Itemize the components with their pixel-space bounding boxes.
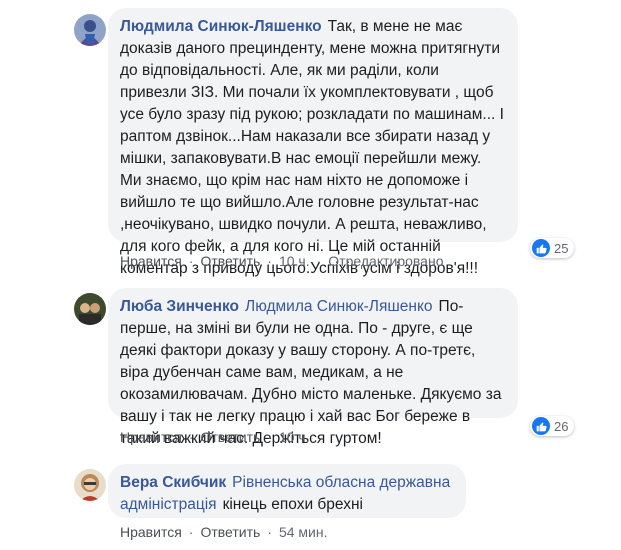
edited-label[interactable]: Отредактировано bbox=[328, 253, 443, 269]
reaction-number: 26 bbox=[554, 418, 569, 434]
reply-link[interactable]: Ответить bbox=[200, 253, 260, 269]
comment-bubble: Люба Зинченко Людмила Синюк-Ляшенко По-пер… bbox=[108, 288, 518, 447]
comment-actions: Нравится · Ответить · 54 мин. bbox=[120, 524, 328, 540]
like-link[interactable]: Нравится bbox=[120, 524, 182, 540]
user-avatar-icon bbox=[74, 14, 106, 46]
comment-author[interactable]: Вера Скибчик bbox=[120, 474, 226, 491]
comment-author[interactable]: Людмила Синюк-Ляшенко bbox=[120, 18, 322, 35]
comment-actions: Нравится · Ответить · 10 ч. bbox=[120, 429, 310, 445]
comment-text: По-перше, на зміні ви були не одна. По -… bbox=[120, 298, 502, 447]
comment-time[interactable]: 54 мин. bbox=[279, 524, 328, 540]
comment-time[interactable]: 10 ч. bbox=[279, 253, 310, 269]
comment-actions: Нравится · Ответить · 10 ч. · Отредактировано bbox=[120, 253, 444, 269]
like-link[interactable]: Нравится bbox=[120, 253, 182, 269]
avatar[interactable] bbox=[74, 469, 106, 501]
user-avatar-icon bbox=[74, 469, 106, 501]
comment-bubble: Людмила Синюк-Ляшенко Так, в мене не має … bbox=[108, 8, 518, 277]
reaction-count[interactable]: 26 bbox=[530, 416, 575, 436]
reaction-count[interactable]: 25 bbox=[530, 238, 575, 258]
thumbs-up-icon bbox=[532, 239, 550, 257]
comment-time[interactable]: 10 ч. bbox=[279, 429, 310, 445]
like-link[interactable]: Нравится bbox=[120, 429, 182, 445]
comment-text: Так, в мене не має доказів даного прецин… bbox=[120, 18, 504, 277]
reaction-number: 25 bbox=[554, 240, 569, 256]
comment-bubble: Вера Скибчик Рівненська обласна державна … bbox=[108, 464, 466, 518]
reply-link[interactable]: Ответить bbox=[200, 524, 260, 540]
comment-author[interactable]: Люба Зинченко bbox=[120, 298, 239, 315]
thumbs-up-icon bbox=[532, 417, 550, 435]
avatar[interactable] bbox=[74, 14, 106, 46]
avatar[interactable] bbox=[74, 293, 106, 325]
user-avatar-icon bbox=[74, 293, 106, 325]
comment-text: кінець епохи брехні bbox=[222, 496, 363, 513]
reply-link[interactable]: Ответить bbox=[200, 429, 260, 445]
mention-link[interactable]: Людмила Синюк-Ляшенко bbox=[245, 298, 433, 315]
